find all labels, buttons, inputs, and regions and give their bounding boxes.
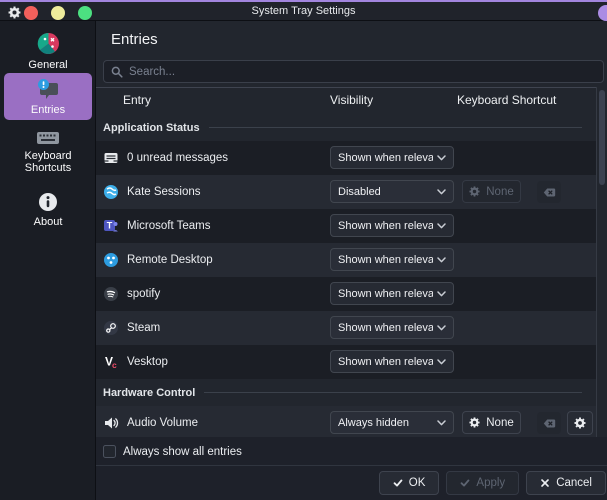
apply-button[interactable]: Apply [446,471,519,495]
visibility-dropdown[interactable]: Always hidden [330,411,454,434]
spotify-icon [103,286,119,302]
gear-icon [469,417,480,428]
entries-icon [35,78,61,100]
entry-label: Kate Sessions [127,186,201,198]
scrollbar-thumb[interactable] [599,90,605,185]
table-row: Remote Desktop Shown when relevant [96,243,596,277]
entries-list: Entry Visibility Keyboard Shortcut Appli… [96,87,596,437]
table-row: Audio Volume Always hidden None [96,406,596,437]
visibility-dropdown[interactable]: Shown when relevant [330,248,454,271]
table-row: V c Vesktop Shown when relevant [96,345,596,379]
entry-label: 0 unread messages [127,152,228,164]
general-icon [37,32,60,55]
sidebar-item-label: About [34,216,63,228]
section-divider [209,127,582,128]
ok-button[interactable]: OK [379,471,440,495]
search-icon [111,66,123,78]
sidebar: General Entries Keyboard Shortc [0,21,96,500]
main-panel: Entries Entry Visibility Keyboard Shortc… [96,21,607,500]
entry-label: Steam [127,322,160,334]
chevron-down-icon [437,257,446,263]
visibility-dropdown[interactable]: Shown when relevant [330,350,454,373]
entry-label: Audio Volume [127,417,198,429]
steam-icon [103,320,119,336]
section-header-hardware-control: Hardware Control [96,379,596,406]
chevron-down-icon [437,359,446,365]
shortcut-none-button[interactable]: None [462,411,521,434]
svg-text:c: c [112,360,117,370]
scrollbar [596,87,607,437]
section-title: Application Status [103,122,200,134]
cancel-button[interactable]: Cancel [526,471,606,495]
always-show-row: Always show all entries [103,445,242,458]
teams-icon: T [103,218,119,234]
message-queue-icon [103,150,119,166]
chevron-down-icon [437,325,446,331]
backspace-icon [543,187,556,198]
section-divider [204,392,582,393]
page-title: Entries [111,31,158,48]
entry-label: Microsoft Teams [127,220,211,232]
audio-volume-icon [103,415,119,431]
column-entry: Entry [123,93,151,107]
entry-label: Vesktop [127,356,168,368]
sidebar-item-about[interactable]: About [4,189,92,235]
chevron-down-icon [437,189,446,195]
chevron-down-icon [437,420,446,426]
clear-shortcut-button[interactable] [537,412,561,434]
table-header: Entry Visibility Keyboard Shortcut [96,88,596,114]
dialog-button-bar: OK Apply Cancel [96,465,607,500]
about-info-icon [38,192,58,212]
check-icon [393,478,403,488]
sidebar-item-general[interactable]: General [4,29,92,77]
table-row: spotify Shown when relevant [96,277,596,311]
chevron-down-icon [437,223,446,229]
table-row: Kate Sessions Disabled None [96,175,596,209]
kate-icon [103,184,119,200]
clear-shortcut-button[interactable] [537,181,561,203]
visibility-dropdown[interactable]: Shown when relevant [330,146,454,169]
vesktop-icon: V c [103,354,119,370]
gear-icon [574,417,586,429]
configure-button[interactable] [567,411,593,435]
entry-label: spotify [127,288,160,300]
always-show-checkbox[interactable] [103,445,116,458]
accent-dot-icon[interactable] [598,5,607,21]
sidebar-item-entries[interactable]: Entries [4,73,92,120]
visibility-dropdown[interactable]: Disabled [330,180,454,203]
section-header-application-status: Application Status [96,114,596,141]
gear-icon [469,186,480,197]
column-visibility: Visibility [330,93,373,107]
sidebar-item-label: Entries [31,104,65,116]
backspace-icon [543,418,556,429]
table-row: T Microsoft Teams Shown when relevant [96,209,596,243]
system-tray-settings-window: System Tray Settings General E [0,0,607,500]
entry-label: Remote Desktop [127,254,213,266]
remote-desktop-icon [103,252,119,268]
bottom-bar: Always show all entries OK Apply Cancel [96,437,607,500]
column-keyboard-shortcut: Keyboard Shortcut [457,93,556,107]
sidebar-item-label: General [28,59,67,71]
sidebar-item-label: Keyboard Shortcuts [16,150,80,174]
visibility-dropdown[interactable]: Shown when relevant [330,214,454,237]
x-icon [540,478,550,488]
chevron-down-icon [437,291,446,297]
keyboard-icon [36,130,60,146]
window-title: System Tray Settings [0,2,607,21]
table-row: 0 unread messages Shown when relevant [96,141,596,175]
table-row: Steam Shown when relevant [96,311,596,345]
check-icon [460,478,470,488]
titlebar: System Tray Settings [0,0,607,21]
search-input[interactable] [129,66,596,78]
sidebar-item-keyboard-shortcuts[interactable]: Keyboard Shortcuts [4,127,92,183]
chevron-down-icon [437,155,446,161]
shortcut-none-button[interactable]: None [462,180,521,203]
always-show-label: Always show all entries [123,446,242,458]
section-title: Hardware Control [103,387,195,399]
visibility-dropdown[interactable]: Shown when relevant [330,282,454,305]
visibility-dropdown[interactable]: Shown when relevant [330,316,454,339]
svg-text:T: T [107,221,113,231]
search-box [103,60,604,83]
